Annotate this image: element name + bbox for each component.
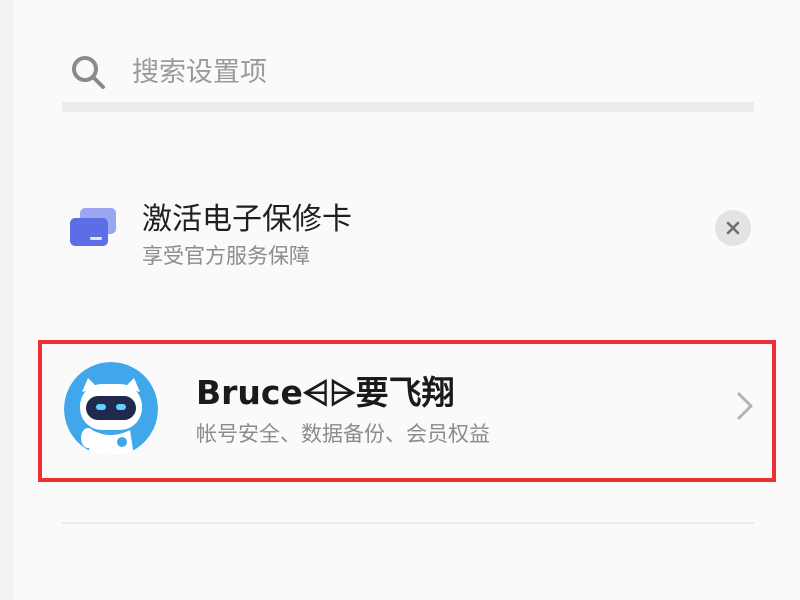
robot-avatar: [64, 362, 158, 456]
avatar[interactable]: [64, 362, 158, 456]
search-input[interactable]: [130, 55, 694, 89]
section-divider-bottom: [62, 522, 754, 524]
close-icon: [726, 221, 740, 235]
search-icon: [72, 56, 105, 89]
warranty-subtitle: 享受官方服务保障: [142, 244, 310, 268]
dismiss-button[interactable]: [715, 210, 751, 246]
chevron-right-icon: [737, 392, 753, 420]
settings-page: 激活电子保修卡 享受官方服务保障: [0, 0, 800, 600]
warranty-card-row[interactable]: 激活电子保修卡 享受官方服务保障: [62, 180, 762, 280]
warranty-card-icon: [70, 208, 116, 246]
warranty-title: 激活电子保修卡: [142, 202, 352, 237]
search-bar[interactable]: [70, 44, 760, 100]
account-row[interactable]: Bruce⩤⩥要飞翔 帐号安全、数据备份、会员权益: [38, 340, 776, 482]
account-subtitle: 帐号安全、数据备份、会员权益: [196, 422, 490, 446]
account-name: Bruce⩤⩥要飞翔: [196, 373, 455, 412]
section-divider: [62, 102, 754, 112]
